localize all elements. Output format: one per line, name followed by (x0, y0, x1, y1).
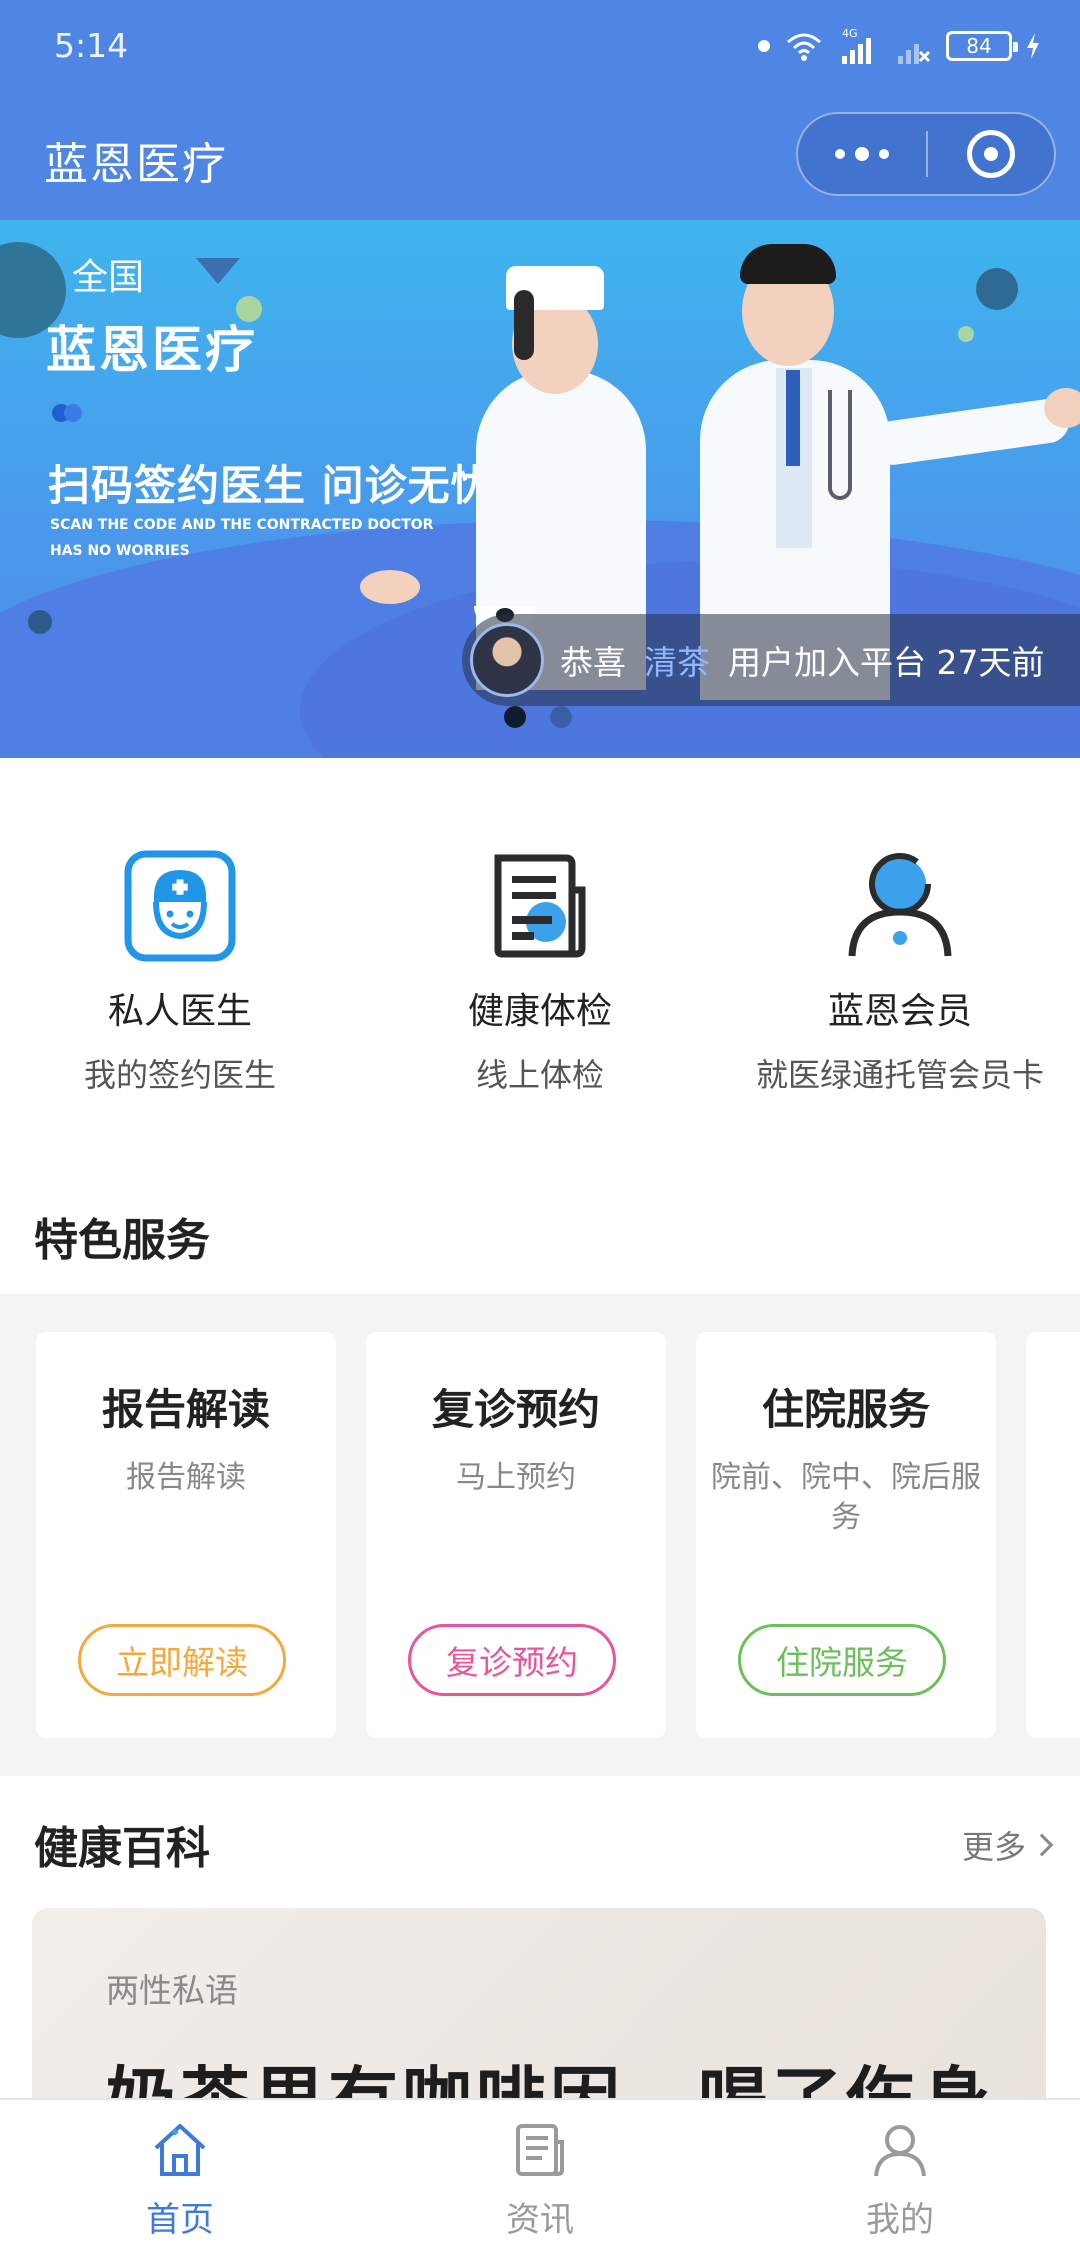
banner-slogan-en-line2: HAS NO WORRIES (50, 543, 190, 559)
quick-entries: 私人医生 我的签约医生 健康体检 线上体检 蓝恩会员 就医绿通托管会员卡 (0, 758, 1080, 1148)
article-category: 两性私语 (106, 1971, 238, 2010)
section-title-wiki: 健康百科 (34, 1823, 210, 1874)
service-subtitle: 报告解读 (126, 1460, 246, 1495)
banner-region: 全国 (72, 257, 145, 298)
service-card-follow-up[interactable]: 复诊预约 马上预约 复诊预约 (366, 1332, 666, 1738)
service-title: 报告解读 (101, 1385, 270, 1434)
page-title: 蓝恩医疗 (44, 139, 228, 190)
news-icon (516, 2124, 564, 2176)
entry-title: 健康体检 (467, 991, 612, 1032)
carousel-indicator (504, 706, 572, 728)
target-icon[interactable] (928, 114, 1054, 194)
status-time: 5:14 (54, 26, 129, 65)
header: 5:14 4G 84 蓝恩医疗 (0, 0, 1080, 220)
carousel-dot[interactable] (550, 706, 572, 728)
entry-subtitle: 我的签约医生 (83, 1056, 276, 1094)
entry-title: 蓝恩会员 (827, 991, 972, 1032)
service-subtitle: 马上预约 (456, 1460, 576, 1495)
entry-subtitle: 线上体检 (475, 1056, 604, 1094)
battery-icon: 84 (946, 31, 1018, 61)
profile-icon (874, 2125, 926, 2177)
chevron-right-icon (1030, 1833, 1054, 1857)
status-bar: 5:14 4G 84 (0, 0, 1080, 92)
entry-subtitle: 就医绿通托管会员卡 (755, 1056, 1044, 1094)
member-icon (848, 853, 952, 957)
follow-up-booking-button[interactable]: 复诊预约 (408, 1624, 616, 1696)
battery-level: 84 (966, 34, 992, 58)
banner-slogan-en: SCAN THE CODE AND THE CONTRACTED DOCTOR … (50, 512, 450, 564)
more-dots-icon[interactable] (798, 114, 926, 194)
tab-news[interactable]: 资讯 (360, 2100, 720, 2246)
entry-private-doctor[interactable]: 私人医生 我的签约医生 (0, 758, 360, 1148)
signal-icon: 4G (842, 27, 871, 64)
service-card-peek[interactable] (1026, 1332, 1080, 1738)
banner-dots-icon (52, 404, 88, 422)
entry-title: 私人医生 (107, 991, 252, 1032)
signal-off-icon (898, 44, 931, 64)
status-icons: 4G 84 (758, 24, 1040, 68)
banner-carousel[interactable]: 全国 蓝恩医疗 扫码签约医生 问诊无忧 SCAN THE CODE AND TH… (0, 220, 1080, 758)
more-link[interactable]: 更多 (961, 1822, 1054, 1868)
service-subtitle: 院前、院中、院后服务 (711, 1460, 981, 1535)
wifi-icon (787, 33, 821, 61)
notice-prefix: 恭喜 (560, 643, 626, 682)
network-type: 4G (842, 27, 858, 40)
entry-health-checkup[interactable]: 健康体检 线上体检 (360, 758, 720, 1148)
inpatient-service-button[interactable]: 住院服务 (738, 1624, 946, 1696)
service-title: 住院服务 (761, 1385, 930, 1434)
banner-slogan: 扫码签约医生 问诊无忧 (48, 461, 494, 510)
avatar (470, 623, 544, 697)
tab-profile[interactable]: 我的 (720, 2100, 1080, 2246)
service-title: 复诊预约 (431, 1385, 600, 1434)
report-read-button[interactable]: 立即解读 (78, 1624, 286, 1696)
banner-brand: 蓝恩医疗 (46, 321, 258, 379)
banner-slogan-en-line1: SCAN THE CODE AND THE CONTRACTED DOCTOR (50, 517, 434, 533)
section-title-featured: 特色服务 (34, 1215, 210, 1266)
decor-circle-icon (28, 610, 52, 634)
doctor-icon (124, 850, 236, 962)
notification-dot-icon (758, 40, 770, 52)
charging-icon (1027, 33, 1039, 59)
home-icon (154, 2124, 206, 2176)
tab-label: 首页 (146, 2200, 214, 2240)
service-card-inpatient[interactable]: 住院服务 院前、院中、院后服务 住院服务 (696, 1332, 996, 1738)
join-notice-marquee: 恭喜 清茶 用户加入平台 27天前 (462, 614, 1080, 706)
tab-home[interactable]: 首页 (0, 2100, 360, 2246)
entry-membership[interactable]: 蓝恩会员 就医绿通托管会员卡 (720, 758, 1080, 1148)
tab-label: 资讯 (506, 2200, 574, 2240)
notice-username: 清茶 (644, 643, 710, 682)
tab-label: 我的 (866, 2200, 934, 2240)
bottom-tab-bar: 首页 资讯 我的 (0, 2098, 1080, 2246)
mini-program-capsule (796, 112, 1056, 196)
more-label: 更多 (961, 1828, 1026, 1866)
service-card-report[interactable]: 报告解读 报告解读 立即解读 (36, 1332, 336, 1738)
carousel-dot-active[interactable] (504, 706, 526, 728)
triangle-icon (196, 258, 240, 284)
notice-suffix: 用户加入平台 27天前 (728, 643, 1045, 682)
document-icon (494, 854, 586, 958)
